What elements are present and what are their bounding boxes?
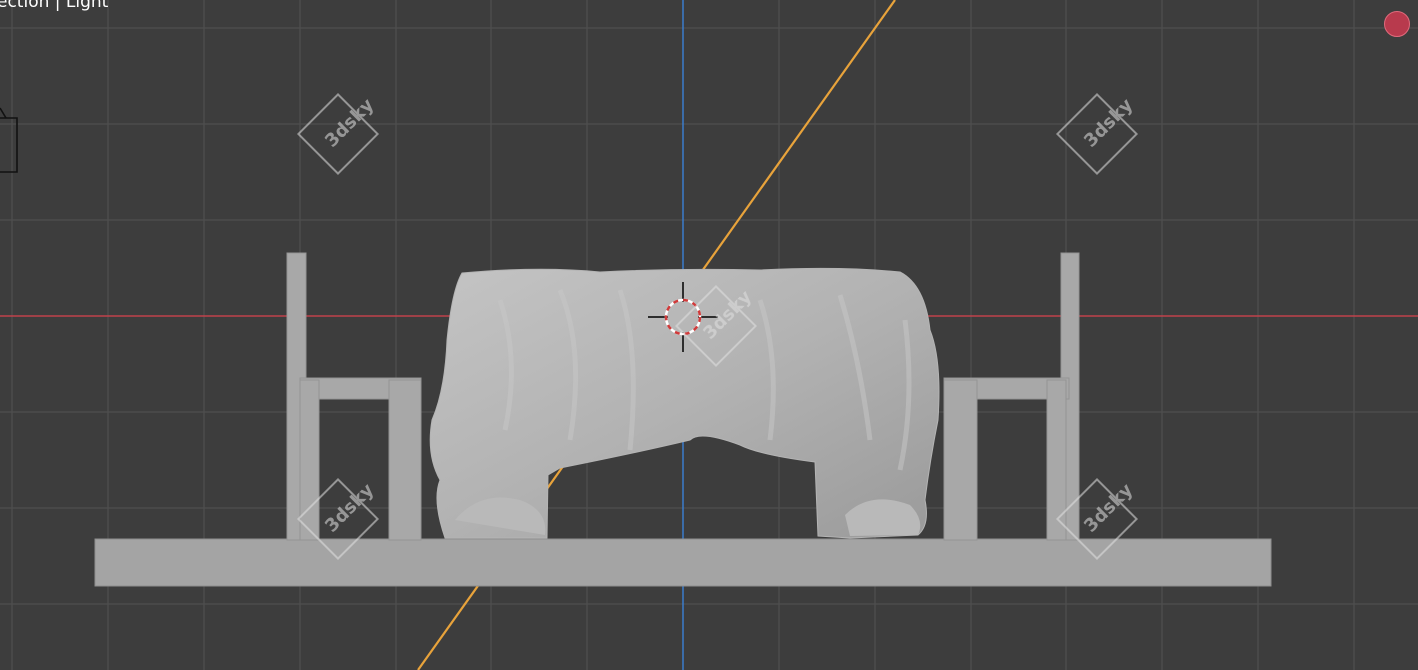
floor-slab[interactable] <box>94 538 1272 587</box>
3d-viewport[interactable]: 3dsky 3dsky 3dsky 3dsky 3dsky ection | Light <box>0 0 1418 670</box>
watermark-3dsky: 3dsky <box>1055 92 1139 176</box>
chair-right[interactable] <box>943 252 1080 541</box>
viewport-scene[interactable]: 3dsky 3dsky3dsky3dsky 3dsky <box>0 0 1418 670</box>
viewport-header-label: ection | Light <box>0 0 109 12</box>
camera-object-icon[interactable] <box>0 107 18 173</box>
tablecloth[interactable] <box>429 267 940 539</box>
watermark-group: 3dsky 3dsky3dsky3dsky 3dsky <box>296 92 1139 561</box>
record-indicator-icon[interactable] <box>1384 11 1410 37</box>
watermark-3dsky: 3dsky <box>296 92 380 176</box>
